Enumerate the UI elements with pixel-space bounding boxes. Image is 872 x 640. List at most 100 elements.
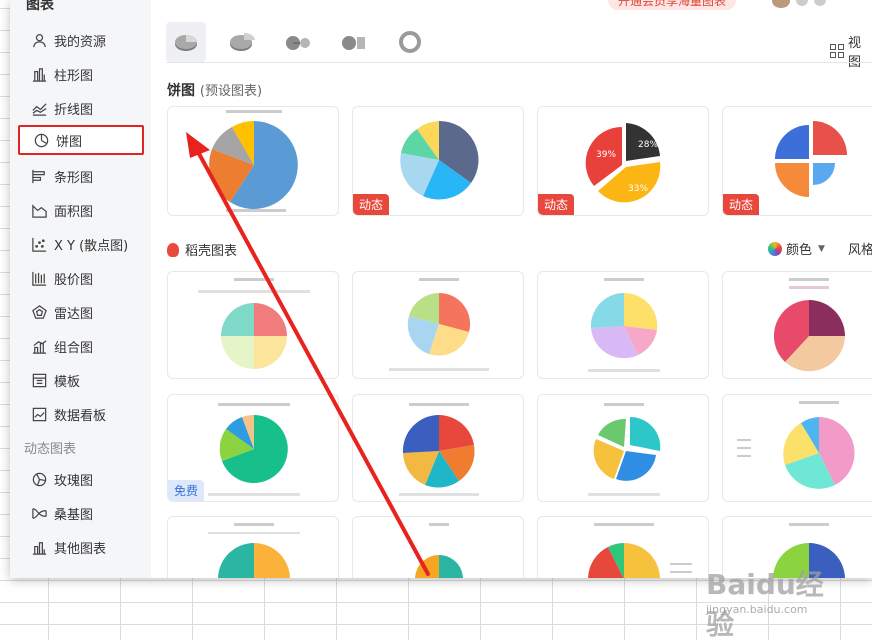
sidebar-item-other[interactable]: 其他图表 <box>18 532 144 562</box>
preset-card-1[interactable] <box>167 106 339 216</box>
sidebar-item-scatter[interactable]: X Y (散点图) <box>18 229 144 259</box>
template-card[interactable] <box>167 516 339 578</box>
sidebar-item-label: 模板 <box>54 374 81 390</box>
radar-chart-icon <box>30 303 48 321</box>
preset-card-3[interactable]: 39% 28% 33% 动态 <box>537 106 709 216</box>
tab-pie-of-pie[interactable] <box>278 22 318 62</box>
promo-banner[interactable]: 开通会员享海量图表 <box>608 0 737 10</box>
view-button[interactable]: 视图 <box>830 32 872 70</box>
preset-title: 饼图 <box>167 83 195 99</box>
rose-chart-icon <box>30 470 48 488</box>
sidebar-item-label: 条形图 <box>54 170 94 186</box>
sidebar-item-label: X Y (散点图) <box>54 238 129 254</box>
view-label: 视图 <box>848 36 862 70</box>
other-chart-icon <box>30 538 48 556</box>
sidebar-item-label: 雷达图 <box>54 306 94 322</box>
color-wheel-icon <box>768 241 782 256</box>
line-chart-icon <box>30 99 48 117</box>
chart-dialog: 图表 我的资源 柱形图 折线图 饼图 条形图 面积图 X Y (散点图) 股价图… <box>10 0 872 578</box>
sidebar-item-horizontal-bar[interactable]: 条形图 <box>18 161 144 191</box>
docer-logo-icon <box>167 242 179 257</box>
divider <box>166 62 872 63</box>
horizontal-bar-icon <box>30 167 48 185</box>
sidebar-item-template[interactable]: 模板 <box>18 365 144 395</box>
dashboard-icon <box>30 405 48 423</box>
pie-thumbnail <box>389 278 489 371</box>
dynamic-badge: 动态 <box>723 194 760 215</box>
scatter-chart-icon <box>30 235 48 253</box>
color-dropdown[interactable]: 颜色 ▼ <box>768 239 825 258</box>
sidebar-item-label: 折线图 <box>54 102 94 118</box>
preset-subtitle: (预设图表) <box>199 84 263 99</box>
sidebar-item-combo[interactable]: 组合图 <box>18 331 144 361</box>
donut-icon <box>399 31 421 53</box>
sidebar-item-label: 玫瑰图 <box>54 473 94 489</box>
tab-donut[interactable] <box>390 22 430 62</box>
template-card[interactable] <box>537 394 709 502</box>
sidebar-item-sankey[interactable]: 桑基图 <box>18 498 144 528</box>
pie-thumbnail <box>208 523 300 578</box>
watermark-logo: Baidu经验 <box>706 568 824 640</box>
tab-pie[interactable] <box>166 22 206 62</box>
template-card[interactable] <box>537 271 709 379</box>
pie-thumbnail <box>588 403 661 496</box>
sidebar-item-rose[interactable]: 玫瑰图 <box>18 464 144 494</box>
pie-thumbnail <box>588 523 692 578</box>
sidebar-item-label: 股价图 <box>54 272 94 288</box>
pie-thumbnail <box>773 278 845 372</box>
sidebar-item-label: 数据看板 <box>54 408 107 424</box>
sidebar-section-dynamic: 动态图表 <box>24 442 77 457</box>
template-card[interactable] <box>722 271 872 379</box>
gallery-title: 稻壳图表 <box>185 244 238 259</box>
avatar[interactable] <box>772 0 790 8</box>
sidebar-item-area[interactable]: 面积图 <box>18 195 144 225</box>
template-card[interactable] <box>352 271 524 379</box>
slice-label-b: 28% <box>638 140 658 150</box>
template-card[interactable] <box>537 516 709 578</box>
sidebar: 图表 我的资源 柱形图 折线图 饼图 条形图 面积图 X Y (散点图) 股价图… <box>10 0 151 578</box>
color-label: 颜色 <box>786 243 813 258</box>
sidebar-item-label: 饼图 <box>56 134 83 150</box>
tab-exploded-pie[interactable] <box>222 22 262 62</box>
pie-thumbnail <box>588 278 660 372</box>
sidebar-item-radar[interactable]: 雷达图 <box>18 297 144 327</box>
stock-chart-icon <box>30 269 48 287</box>
tab-bar-of-pie[interactable] <box>334 22 374 62</box>
sidebar-item-my-resources[interactable]: 我的资源 <box>18 25 144 55</box>
user-icon <box>30 31 48 49</box>
sidebar-item-pie[interactable]: 饼图 <box>18 125 144 155</box>
pie-thumbnail <box>399 403 479 496</box>
template-icon <box>30 371 48 389</box>
pie-thumbnail <box>415 523 463 578</box>
shield-icon[interactable] <box>796 0 808 6</box>
template-card[interactable] <box>722 394 872 502</box>
bar-of-pie-icon <box>342 36 365 50</box>
settings-icon[interactable] <box>814 0 826 6</box>
gallery-section-title: 稻壳图表 <box>167 240 237 259</box>
sidebar-item-stock[interactable]: 股价图 <box>18 263 144 293</box>
template-card[interactable] <box>352 516 524 578</box>
sidebar-item-bar[interactable]: 柱形图 <box>18 59 144 89</box>
exploded-pie-icon <box>230 33 255 51</box>
preset-card-2[interactable]: 动态 <box>352 106 524 216</box>
watermark-url: jingyan.baidu.com <box>706 603 808 616</box>
sidebar-item-label: 面积图 <box>54 204 94 220</box>
sidebar-item-label: 桑基图 <box>54 507 94 523</box>
template-card[interactable] <box>352 394 524 502</box>
free-badge: 免费 <box>168 480 205 501</box>
sidebar-item-line[interactable]: 折线图 <box>18 93 144 123</box>
area-chart-icon <box>30 201 48 219</box>
style-dropdown[interactable]: 风格 <box>848 239 872 258</box>
preset-card-4[interactable]: 动态 <box>722 106 872 216</box>
sidebar-item-dashboard[interactable]: 数据看板 <box>18 399 144 429</box>
watermark: Baidu经验 jingyan.baidu.com <box>706 563 826 640</box>
pie-chart-icon <box>32 131 50 149</box>
slice-label-a: 39% <box>596 150 616 160</box>
sidebar-item-label: 组合图 <box>54 340 94 356</box>
grid-icon <box>830 44 844 58</box>
template-card[interactable] <box>167 271 339 379</box>
sidebar-item-label: 我的资源 <box>54 34 107 50</box>
template-card[interactable]: 免费 <box>167 394 339 502</box>
pie-thumbnail <box>198 278 310 369</box>
combo-chart-icon <box>30 337 48 355</box>
